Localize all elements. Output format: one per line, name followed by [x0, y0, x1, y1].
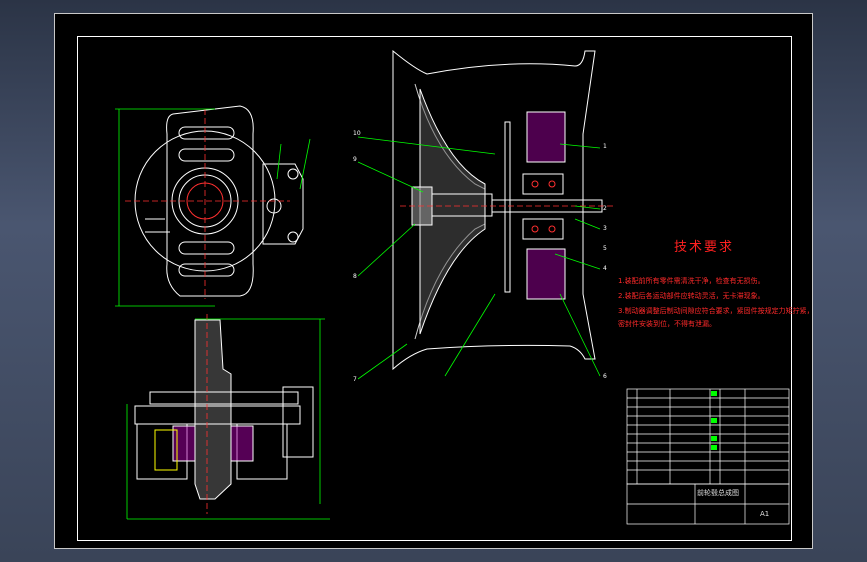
- parts-list: [626, 388, 790, 485]
- balloon-4: 4: [603, 265, 607, 272]
- balloon-2: 2: [603, 205, 607, 212]
- balloon-8: 8: [353, 273, 357, 280]
- balloon-7: 7: [353, 376, 357, 383]
- balloon-3: 3: [603, 225, 607, 232]
- sheet-size: A1: [760, 510, 770, 518]
- balloon-5: 5: [603, 245, 607, 252]
- balloon-1: 1: [603, 143, 607, 150]
- balloon-labels: 10 9 8 7 1 2 3 4 5 6: [353, 130, 607, 383]
- drawing-sheet: 10 9 8 7 1 2 3 4 5 6 技术要求 1.装配前所有零件需清洗干净…: [54, 13, 814, 549]
- requirements-title: 技术要求: [674, 240, 735, 255]
- requirement-line: 密封件安装到位，不得有泄漏。: [618, 320, 716, 328]
- wheel-assembly-view: [392, 49, 603, 371]
- balloon-6: 6: [603, 373, 607, 380]
- requirement-line: 3.制动器调整后制动间隙应符合要求，紧固件按规定力矩拧紧，: [618, 307, 814, 315]
- requirement-line: 2.装配后各运动部件应转动灵活，无卡滞现象。: [618, 292, 765, 300]
- balloon-9: 9: [353, 156, 357, 163]
- parts-list-marks: [711, 391, 717, 450]
- hub-section-view: [134, 319, 314, 500]
- requirement-line: 1.装配前所有零件需清洗干净，检查有无损伤。: [618, 277, 765, 285]
- balloon-10: 10: [353, 130, 361, 137]
- drawing-title: 前轮毂总成图: [697, 489, 739, 497]
